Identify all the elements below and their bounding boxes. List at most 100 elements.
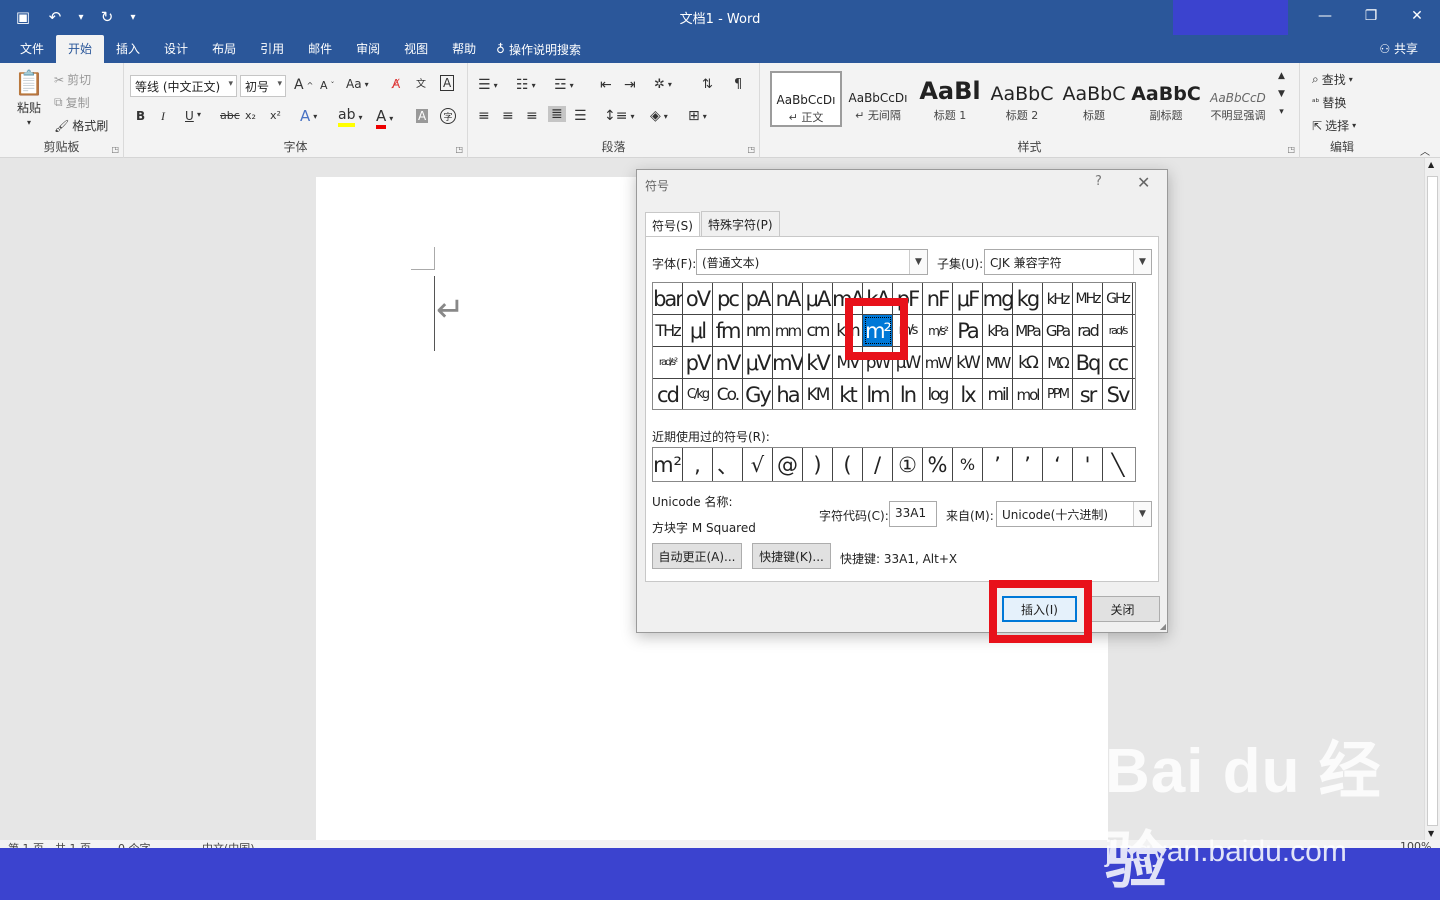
symbol-cell[interactable]: Bq [1073,347,1103,378]
tab-mailings[interactable]: 邮件 [296,35,344,63]
styles-scroll[interactable]: ▲ ▼ ▾ [1278,71,1285,117]
show-marks-icon[interactable]: ¶ [734,77,742,92]
superscript-button[interactable]: x² [270,109,281,122]
tab-home[interactable]: 开始 [56,35,105,63]
recent-symbol[interactable]: m² [653,448,683,481]
font-size-combo[interactable]: 初号 ▾ [240,75,286,97]
recent-symbol[interactable]: 、 [713,448,743,481]
symbol-cell[interactable]: kV [803,347,833,378]
symbol-cell[interactable]: MHz [1073,283,1103,314]
recent-symbol[interactable]: ╲ [1103,448,1133,481]
symbol-cell[interactable]: Co. [713,379,743,409]
symbol-cell[interactable]: rad/s² [653,347,683,378]
symbol-cell[interactable]: kPa [983,315,1013,346]
tab-help[interactable]: 帮助 [440,35,488,63]
tab-insert[interactable]: 插入 [104,35,152,63]
symbol-cell[interactable]: cd [653,379,683,409]
tab-special-characters[interactable]: 特殊字符(P) [700,211,780,236]
shrink-font-button[interactable]: Aˇ [320,79,335,92]
close-icon[interactable]: ✕ [1137,173,1150,192]
resize-grip-icon[interactable]: ◢ [1160,622,1166,631]
underline-button[interactable]: U [185,109,194,123]
distributed-icon[interactable]: ☰ [574,108,587,124]
more-styles-icon[interactable]: ▾ [1279,107,1284,117]
symbol-cell[interactable]: cc [1103,347,1133,378]
symbol-cell[interactable]: nF [923,283,953,314]
justify-icon[interactable]: ≣ [548,106,566,122]
tab-file[interactable]: 文件 [8,35,56,63]
recent-symbol[interactable]: % [953,448,983,481]
symbol-cell[interactable]: nV [713,347,743,378]
symbol-cell[interactable]: Gy [743,379,773,409]
symbol-cell[interactable]: THz [653,315,683,346]
minimize-button[interactable]: — [1302,0,1348,32]
format-painter-button[interactable]: 🖌 格式刷 [54,117,108,134]
recent-symbol[interactable]: ( [833,448,863,481]
style-no-spacing[interactable]: AaBbCcDı ↵ 无间隔 [842,71,914,127]
recent-symbol[interactable]: ' [1073,448,1103,481]
clear-format-icon[interactable]: A̸ [392,77,400,91]
symbol-cell[interactable]: nA [773,283,803,314]
tab-symbols[interactable]: 符号(S) [645,212,700,237]
subset-select[interactable]: CJK 兼容字符 ▼ [984,249,1152,275]
highlight-icon[interactable]: ab ▾ [338,107,362,127]
tab-view[interactable]: 视图 [392,35,440,63]
sort-icon[interactable]: ⇅ [702,77,713,92]
symbol-cell[interactable]: μA [803,283,833,314]
multilevel-list-icon[interactable]: ☲ ▾ [554,77,574,93]
recent-symbol[interactable]: , [683,448,713,481]
paste-button[interactable]: 📋 粘贴 ▾ [14,69,44,127]
symbol-cell[interactable]: lx [953,379,983,409]
tab-layout[interactable]: 布局 [200,35,248,63]
align-center-icon[interactable]: ≡ [502,108,514,124]
symbol-cell[interactable]: Pa [953,315,983,346]
bullets-icon[interactable]: ☰ ▾ [478,77,498,93]
recent-symbol[interactable]: / [863,448,893,481]
symbol-cell[interactable]: μl [683,315,713,346]
symbol-cell[interactable]: μV [743,347,773,378]
symbol-cell[interactable]: ln [893,379,923,409]
recent-symbol[interactable]: @ [773,448,803,481]
recent-symbol[interactable]: ) [803,448,833,481]
symbol-cell[interactable]: GHz [1103,283,1133,314]
shortcut-key-button[interactable]: 快捷键(K)... [752,543,831,569]
help-icon[interactable]: ? [1095,174,1102,189]
grow-font-button[interactable]: A ^ [294,77,313,93]
from-select[interactable]: Unicode(十六进制) ▼ [996,501,1152,527]
recent-symbol[interactable]: √ [743,448,773,481]
chevron-up-icon[interactable]: ▲ [1428,160,1434,169]
symbol-cell[interactable]: mg [983,283,1013,314]
phonetic-guide-icon[interactable]: 文 [416,75,426,90]
increase-indent-icon[interactable]: ⇥ [624,77,636,93]
symbol-cell[interactable]: mil [983,379,1013,409]
cut-button[interactable]: ✂ 剪切 [54,71,91,88]
tell-me-search[interactable]: ♁ 操作说明搜索 [496,41,581,58]
change-case-button[interactable]: Aa ▾ [346,77,369,91]
symbol-cell[interactable]: ha [773,379,803,409]
font-select[interactable]: (普通文本) ▼ [696,249,928,275]
symbol-cell[interactable]: lm [863,379,893,409]
font-color-icon[interactable]: A ▾ [376,107,393,129]
font-name-combo[interactable]: 等线 (中文正文) ▾ [130,75,237,97]
enclose-char-icon[interactable]: 字 [440,108,456,124]
symbol-cell[interactable]: kt [833,379,863,409]
italic-button[interactable]: I [161,109,165,124]
char-shading-icon[interactable]: A [416,109,429,123]
strikethrough-button[interactable]: abc [220,109,240,122]
restore-button[interactable]: ❐ [1348,0,1394,32]
collapse-ribbon-icon[interactable]: ︿ [1420,143,1430,158]
share-button[interactable]: ⚇ 共享 [1379,40,1418,57]
style-title[interactable]: AaBbC 标题 [1058,71,1130,127]
symbol-cell[interactable]: pV [683,347,713,378]
symbol-cell[interactable]: MΩ [1043,347,1073,378]
copy-button[interactable]: ⧉ 复制 [54,94,90,111]
symbol-cell[interactable]: kW [953,347,983,378]
symbol-cell[interactable]: KM [803,379,833,409]
recent-symbol[interactable]: ① [893,448,923,481]
symbol-cell[interactable]: rad [1073,315,1103,346]
symbol-cell[interactable]: sr [1073,379,1103,409]
char-border-icon[interactable]: A [440,75,455,91]
symbol-cell[interactable]: MW [983,347,1013,378]
symbol-cell[interactable]: mm [773,315,803,346]
symbol-cell[interactable]: m/s² [923,315,953,346]
